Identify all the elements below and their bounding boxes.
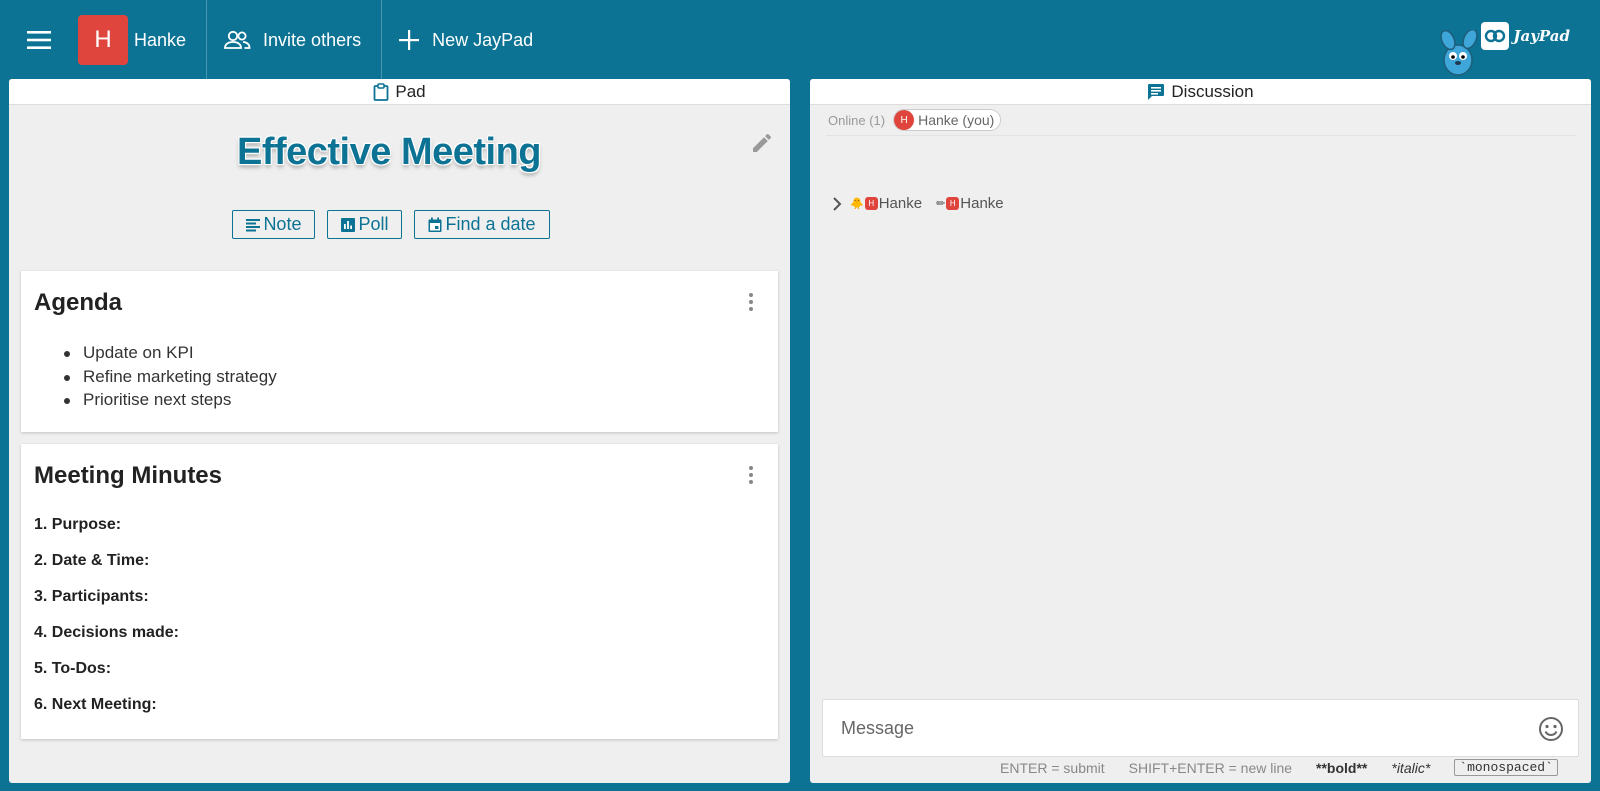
list-item: 5. To-Dos: (34, 660, 112, 677)
list-item: 2. Date & Time: (34, 552, 150, 569)
chat-icon (1148, 83, 1165, 100)
new-jaypad-label: New JayPad (432, 29, 534, 50)
people-icon (224, 30, 251, 49)
top-bar: H Hanke Invite others New JayPad JayPad (0, 0, 1600, 80)
list-item: 3. Participants: (34, 588, 149, 605)
formatting-hints: ENTER = submit SHIFT+ENTER = new line **… (1000, 759, 1558, 776)
pad-toolbar: Note Poll Find a date (9, 210, 790, 239)
activity-user: Hanke (878, 195, 923, 212)
discussion-panel: Discussion Online (1) H Hanke (you) 🐥 H … (810, 79, 1591, 783)
new-jaypad-button[interactable]: New JayPad (382, 0, 553, 80)
pad-title: Effective Meeting (236, 131, 542, 173)
user-avatar: H (78, 15, 128, 65)
avatar: H (864, 197, 878, 210)
activity-user: Hanke (960, 195, 1004, 212)
poll-button-label: Poll (358, 214, 389, 234)
minutes-title: Meeting Minutes (34, 462, 223, 489)
list-item: Refine marketing strategy (64, 367, 277, 391)
minutes-list: 1. Purpose: 2. Date & Time: 3. Participa… (34, 516, 179, 732)
message-input[interactable] (823, 700, 1523, 756)
activity-item: ✏ H Hanke (936, 195, 1004, 212)
activity-item: 🐥 H Hanke (850, 195, 922, 212)
pad-header: Pad (9, 79, 790, 105)
online-user-name: Hanke (you) (918, 112, 995, 128)
brand-text: JayPad (1513, 27, 1570, 45)
agenda-card[interactable]: Agenda Update on KPI Refine marketing st… (21, 271, 778, 432)
invite-others-button[interactable]: Invite others (207, 0, 383, 80)
chevron-right-icon[interactable] (832, 196, 842, 212)
agenda-more-icon[interactable] (746, 293, 756, 314)
hint-newline: SHIFT+ENTER = new line (1128, 759, 1293, 776)
discussion-header-label: Discussion (1171, 81, 1254, 101)
agenda-title: Agenda (34, 289, 123, 316)
pencil-icon[interactable] (750, 131, 774, 155)
find-a-date-button[interactable]: Find a date (414, 210, 550, 239)
hint-italic: *italic* (1391, 759, 1431, 776)
mascot-icon (1440, 30, 1478, 76)
user-menu[interactable]: H Hanke (78, 0, 208, 80)
list-item: 1. Purpose: (34, 516, 122, 533)
list-item: Prioritise next steps (64, 390, 277, 414)
list-item: 6. Next Meeting: (34, 696, 157, 713)
find-a-date-label: Find a date (445, 214, 536, 234)
note-icon (246, 218, 261, 231)
user-name: Hanke (134, 29, 187, 50)
logo-icon (1481, 22, 1510, 50)
avatar: H (946, 197, 960, 210)
jaypad-logo[interactable]: JayPad (1481, 22, 1570, 50)
online-count: Online (1) (828, 112, 886, 128)
note-button[interactable]: Note (232, 210, 316, 239)
agenda-list: Update on KPI Refine marketing strategy … (64, 343, 277, 414)
hint-submit: ENTER = submit (1000, 759, 1105, 776)
minutes-more-icon[interactable] (746, 466, 756, 487)
chick-icon: 🐥 (850, 198, 864, 210)
hint-monospaced: `monospaced` (1454, 759, 1558, 776)
pad-header-label: Pad (395, 81, 426, 101)
calendar-icon (428, 217, 442, 232)
smiley-icon[interactable] (1538, 716, 1564, 742)
hint-bold: **bold** (1316, 759, 1368, 776)
list-item: Update on KPI (64, 343, 277, 367)
meeting-minutes-card[interactable]: Meeting Minutes 1. Purpose: 2. Date & Ti… (21, 444, 778, 739)
online-users: Online (1) H Hanke (you) (828, 109, 1002, 131)
plus-icon (399, 30, 420, 50)
online-user-chip[interactable]: H Hanke (you) (893, 109, 1002, 131)
divider (826, 135, 1576, 136)
note-button-label: Note (263, 214, 302, 234)
discussion-header: Discussion (810, 79, 1591, 105)
poll-button[interactable]: Poll (327, 210, 403, 239)
poll-icon (341, 217, 356, 232)
clipboard-icon (373, 82, 389, 101)
list-item: 4. Decisions made: (34, 624, 179, 641)
avatar: H (894, 110, 915, 130)
hamburger-menu-icon (27, 31, 51, 49)
pad-panel: Pad Effective Meeting Note Poll Find a d… (9, 79, 790, 783)
invite-others-label: Invite others (263, 29, 362, 50)
activity-row: 🐥 H Hanke ✏ H Hanke (832, 195, 1018, 212)
message-composer (822, 699, 1579, 757)
pencil-icon: ✏ (936, 198, 946, 210)
menu-button[interactable] (0, 0, 78, 80)
